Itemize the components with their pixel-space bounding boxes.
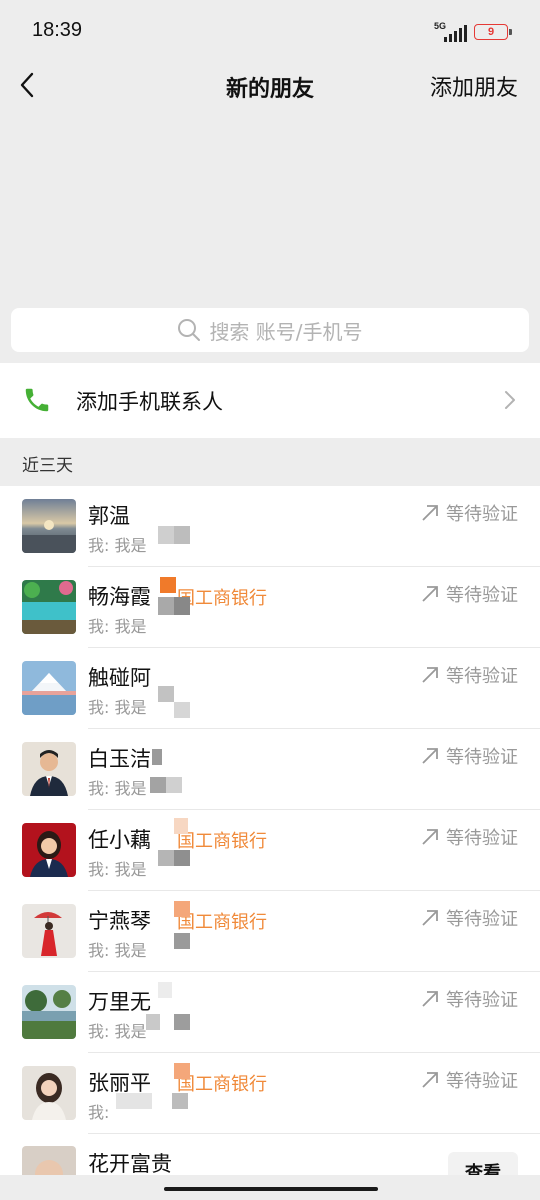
search-icon [178,319,201,341]
contact-name: 宁燕琴 [88,909,151,933]
arrow-up-right-icon [422,991,438,1007]
arrow-up-right-icon [422,667,438,683]
battery-icon: 9 [474,24,512,40]
list-item[interactable]: 郭温 我: 我是 等待验证 [0,486,540,567]
avatar [22,742,76,796]
status-icons: 5G 9 [434,21,512,42]
blurred-text [146,978,192,1030]
request-message: 我: 我是 [88,860,147,879]
arrow-up-right-icon [422,505,438,521]
list-item[interactable]: 万里无 我: 我是 等待验证 [0,972,540,1053]
nav-bar: 新的朋友 添加朋友 [0,62,540,108]
phone-icon [25,388,49,412]
list-item[interactable]: 张丽平 国工商银行 我: 等待验证 [0,1053,540,1134]
pending-status-label: 等待验证 [446,585,518,606]
contact-name: 郭温 [88,504,130,528]
pending-status: 等待验证 [420,824,518,850]
add-phone-contacts-label: 添加手机联系人 [76,390,223,414]
list-item[interactable]: 触碰阿 我: 我是 等待验证 [0,648,540,729]
blurred-text [158,686,192,722]
pending-status-label: 等待验证 [446,747,518,768]
blurred-text [158,818,192,868]
contact-name: 花开富贵 [88,1152,172,1176]
avatar [22,823,76,877]
pending-status: 等待验证 [420,1067,518,1093]
list-item[interactable]: 白玉洁 我: 我是 等待验证 [0,729,540,810]
contact-name: 任小藕 [88,828,151,852]
request-message: 我: 我是 [88,617,147,636]
pending-status: 等待验证 [420,743,518,769]
blurred-text [158,577,192,625]
home-indicator[interactable] [164,1187,378,1191]
chevron-right-icon [505,391,515,409]
pending-status: 等待验证 [420,905,518,931]
pending-status: 等待验证 [420,581,518,607]
pending-status-label: 等待验证 [446,909,518,930]
arrow-up-right-icon [422,1072,438,1088]
section-title: 近三天 [22,456,73,476]
avatar [22,499,76,553]
request-message: 我: 我是 [88,698,147,717]
search-input[interactable]: 搜索 账号/手机号 [11,308,529,352]
add-friend-button[interactable]: 添加朋友 [430,70,518,102]
request-message: 我: 我是 [88,779,147,798]
blurred-text [112,1059,194,1109]
add-phone-contacts-row[interactable]: 添加手机联系人 [0,363,540,438]
contact-name: 畅海霞 [88,585,151,609]
avatar [22,661,76,715]
list-item[interactable]: 任小藕 国工商银行 我: 我是 等待验证 [0,810,540,891]
contact-name: 万里无 [88,990,151,1014]
status-time: 18:39 [32,19,83,41]
blurred-text [158,526,192,546]
request-message: 我: [88,1103,110,1122]
pending-status: 等待验证 [420,500,518,526]
friend-request-list: 郭温 我: 我是 等待验证 畅海霞 国工商银行 我: 我是 等待验证 触碰阿 我… [0,486,540,1200]
section-header: 近三天 [0,438,540,486]
pending-status-label: 等待验证 [446,828,518,849]
avatar [22,1066,76,1120]
blurred-text [170,897,194,949]
request-message: 我: 我是 [88,941,147,960]
arrow-up-right-icon [422,829,438,845]
avatar [22,985,76,1039]
pending-status: 等待验证 [420,662,518,688]
arrow-up-right-icon [422,748,438,764]
pending-status-label: 等待验证 [446,666,518,687]
pending-status-label: 等待验证 [446,990,518,1011]
search-placeholder: 搜索 账号/手机号 [209,319,363,344]
blurred-text [150,749,192,795]
contact-name: 触碰阿 [88,666,151,690]
avatar [22,580,76,634]
contact-name: 白玉洁 [88,747,151,771]
pending-status-label: 等待验证 [446,1071,518,1092]
status-bar: 18:39 5G 9 [0,0,540,62]
avatar [22,904,76,958]
pending-status-label: 等待验证 [446,504,518,525]
battery-level: 9 [487,26,495,38]
list-item[interactable]: 畅海霞 国工商银行 我: 我是 等待验证 [0,567,540,648]
arrow-up-right-icon [422,586,438,602]
request-message: 我: 我是 [88,536,147,555]
list-item[interactable]: 宁燕琴 国工商银行 我: 我是 等待验证 [0,891,540,972]
request-message: 我: 我是 [88,1022,147,1041]
arrow-up-right-icon [422,910,438,926]
signal-icon: 5G [434,21,468,42]
pending-status: 等待验证 [420,986,518,1012]
